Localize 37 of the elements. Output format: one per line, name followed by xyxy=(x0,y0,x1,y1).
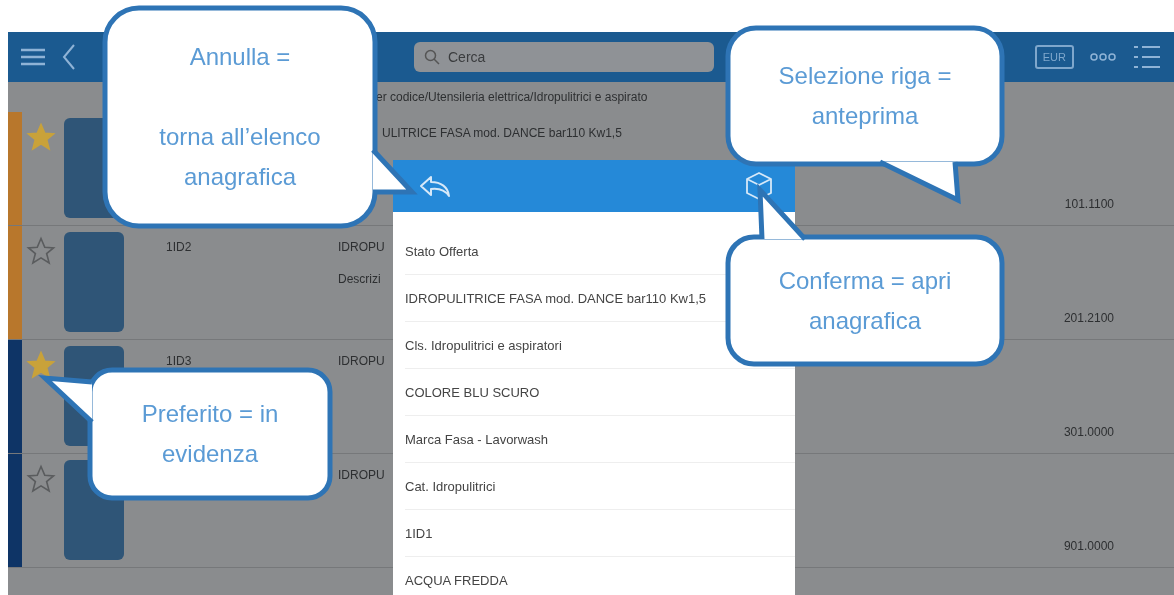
search-field[interactable]: Cerca xyxy=(414,42,714,72)
product-price: 301.0000 xyxy=(1063,425,1115,441)
callout-text: Selezione riga = anteprima xyxy=(777,61,953,131)
product-price: 101.1100 xyxy=(1064,197,1115,213)
callout-text: Preferito = in evidenza xyxy=(140,399,280,469)
product-note: Descrizi xyxy=(338,272,381,286)
cube-icon[interactable] xyxy=(745,171,773,201)
product-description: IDROPU xyxy=(338,468,385,482)
product-code: 1ID2 xyxy=(166,240,192,254)
product-description: ULITRICE FASA mod. DANCE bar110 Kw1,5 xyxy=(382,126,622,140)
back-icon[interactable] xyxy=(62,43,76,71)
breadcrumb-path: er codice/Utensileria elettrica/Idropulitrici e aspirato xyxy=(376,90,648,104)
preview-field: ACQUA FREDDA xyxy=(405,572,508,588)
product-price: 201.2100 xyxy=(1063,311,1115,327)
callout-text: Conferma = apri anagrafica xyxy=(777,265,953,336)
preview-field: 1ID1 xyxy=(405,525,433,541)
star-icon[interactable] xyxy=(26,122,56,152)
star-icon[interactable] xyxy=(26,464,56,494)
currency-button[interactable]: EUR xyxy=(1034,45,1074,69)
menu-icon[interactable] xyxy=(20,47,46,67)
preview-field: Marca Fasa - Lavorwash xyxy=(405,431,549,447)
star-icon[interactable] xyxy=(26,350,56,380)
callout-text: torna all’elenco anagrafica xyxy=(158,122,322,192)
preview-field: Cat. Idropulitrici xyxy=(405,478,496,494)
product-description: IDROPU xyxy=(338,240,385,254)
product-description: IDROPU xyxy=(338,354,385,368)
star-icon[interactable] xyxy=(26,236,56,266)
product-price: 901.0000 xyxy=(1063,539,1115,555)
preview-field: IDROPULITRICE FASA mod. DANCE bar110 Kw1,5 xyxy=(405,290,707,306)
preview-field: Cls. Idropulitrici e aspiratori xyxy=(405,337,562,353)
reply-arrow-icon[interactable] xyxy=(419,174,451,198)
more-icon[interactable] xyxy=(1090,53,1116,61)
search-icon xyxy=(424,49,440,65)
preview-field: COLORE BLU SCURO xyxy=(405,384,540,400)
product-code: 1ID3 xyxy=(166,354,192,368)
preview-field: Stato Offerta xyxy=(405,243,479,259)
callout-text: Annulla = xyxy=(189,42,291,72)
